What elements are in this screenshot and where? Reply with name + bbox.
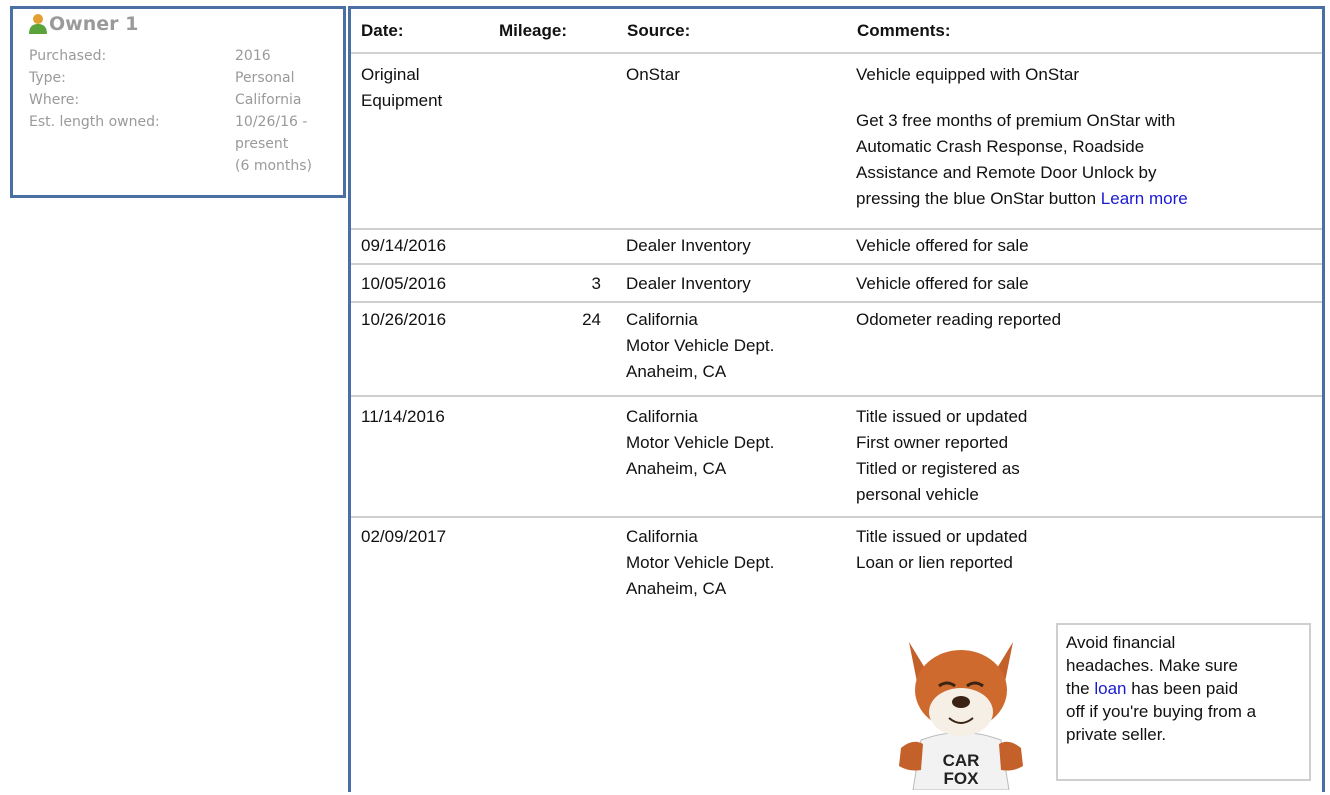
cell-date: 10/05/2016 bbox=[361, 274, 447, 293]
owner-value: California bbox=[235, 92, 302, 108]
cell-date: 10/26/2016 bbox=[361, 310, 447, 329]
owner-details: Purchased: 2016 Type: Personal Where: Ca… bbox=[29, 45, 347, 177]
cell-date: 02/09/2017 bbox=[361, 527, 447, 546]
cell-comments: Vehicle offered for sale bbox=[856, 236, 1029, 255]
table-row: 11/14/2016 California Motor Vehicle Dept… bbox=[351, 397, 1322, 518]
carfox-mascot: CAR FOX bbox=[891, 620, 1031, 791]
tip-text: Avoid financial headaches. Make sure the… bbox=[1066, 633, 1257, 744]
loan-tip-box: Avoid financial headaches. Make sure the… bbox=[1056, 623, 1311, 781]
table-row: 10/05/2016 3 Dealer Inventory Vehicle of… bbox=[351, 265, 1322, 303]
vehicle-history-table: Date: Mileage: Source: Comments: Origina… bbox=[348, 6, 1325, 792]
owner-row-where: Where: California bbox=[29, 89, 347, 111]
learn-more-link[interactable]: Learn more bbox=[1101, 189, 1188, 208]
table-header: Date: Mileage: Source: Comments: bbox=[351, 9, 1322, 54]
owner-row-type: Type: Personal bbox=[29, 67, 347, 89]
cell-date: 09/14/2016 bbox=[361, 236, 447, 255]
loan-link[interactable]: loan bbox=[1094, 679, 1126, 698]
cell-source: California Motor Vehicle Dept. Anaheim, … bbox=[626, 407, 775, 478]
cell-source: California Motor Vehicle Dept. Anaheim, … bbox=[626, 310, 775, 381]
cell-date: Original Equipment bbox=[361, 65, 443, 110]
cell-mileage: 3 bbox=[591, 274, 601, 293]
table-row: 02/09/2017 California Motor Vehicle Dept… bbox=[351, 518, 1322, 618]
person-icon bbox=[29, 14, 47, 34]
owner-value: 10/26/16 - present (6 months) bbox=[235, 114, 313, 174]
owner-title: Owner 1 bbox=[49, 13, 139, 35]
owner-panel: Owner 1 Purchased: 2016 Type: Personal W… bbox=[10, 6, 346, 198]
cell-comments: Vehicle equipped with OnStar Get 3 free … bbox=[856, 65, 1188, 208]
owner-header: Owner 1 bbox=[29, 13, 138, 35]
header-date: Date: bbox=[361, 21, 404, 40]
cell-comments: Title issued or updated First owner repo… bbox=[856, 407, 1028, 504]
cell-date: 11/14/2016 bbox=[361, 407, 445, 426]
cell-comments: Vehicle offered for sale bbox=[856, 274, 1029, 293]
svg-text:CAR: CAR bbox=[943, 751, 980, 770]
owner-label: Purchased: bbox=[29, 48, 107, 64]
cell-source: Dealer Inventory bbox=[626, 236, 751, 255]
svg-text:FOX: FOX bbox=[944, 769, 980, 788]
owner-label: Where: bbox=[29, 92, 80, 108]
cell-comments: Odometer reading reported bbox=[856, 310, 1062, 329]
owner-value: 2016 bbox=[235, 48, 271, 64]
owner-row-length: Est. length owned: 10/26/16 - present (6… bbox=[29, 111, 347, 177]
table-row: 09/14/2016 Dealer Inventory Vehicle offe… bbox=[351, 230, 1322, 265]
header-comments: Comments: bbox=[857, 21, 951, 40]
cell-source: Dealer Inventory bbox=[626, 274, 751, 293]
cell-source: California Motor Vehicle Dept. Anaheim, … bbox=[626, 527, 775, 598]
owner-label: Est. length owned: bbox=[29, 114, 160, 130]
table-row: 10/26/2016 24 California Motor Vehicle D… bbox=[351, 303, 1322, 397]
owner-label: Type: bbox=[29, 70, 66, 86]
table-row: Original Equipment OnStar Vehicle equipp… bbox=[351, 54, 1322, 230]
cell-source: OnStar bbox=[626, 65, 680, 84]
cell-mileage: 24 bbox=[582, 310, 601, 329]
header-source: Source: bbox=[627, 21, 691, 40]
cell-comments: Title issued or updated Loan or lien rep… bbox=[856, 527, 1028, 572]
header-mileage: Mileage: bbox=[499, 21, 568, 40]
owner-value: Personal bbox=[235, 70, 295, 86]
owner-row-purchased: Purchased: 2016 bbox=[29, 45, 347, 67]
